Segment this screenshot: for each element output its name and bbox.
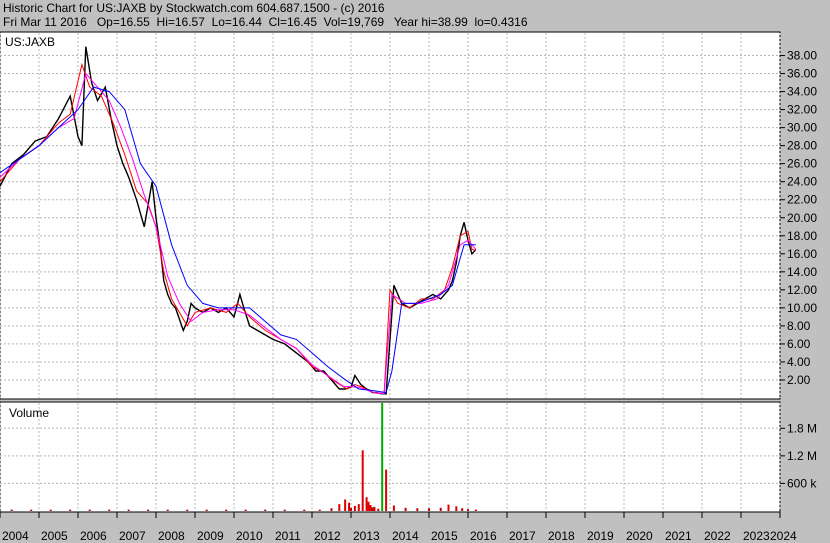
- year-tick-label: 2007: [119, 529, 146, 543]
- price-tick-label: 32.00: [787, 103, 817, 117]
- year-tick-label: 2022: [704, 529, 731, 543]
- year-tick-label: 2008: [158, 529, 185, 543]
- volume-bar: [264, 509, 267, 511]
- volume-bar: [30, 509, 33, 511]
- volume-bar: [361, 450, 364, 511]
- year-tick-label: 2021: [665, 529, 692, 543]
- year-tick-label: 2005: [41, 529, 68, 543]
- volume-bar: [244, 509, 247, 511]
- price-tick-label: 14.00: [787, 265, 817, 279]
- volume-bar: [10, 509, 13, 511]
- volume-bar: [365, 497, 368, 511]
- year-tick-label: 2018: [548, 529, 575, 543]
- price-tick-label: 6.00: [787, 337, 811, 351]
- price-tick-label: 34.00: [787, 85, 817, 99]
- price-tick-label: 30.00: [787, 121, 817, 135]
- year-tick-label: 2011: [275, 529, 301, 543]
- volume-bar: [69, 509, 72, 511]
- year-tick-label: 2010: [236, 529, 263, 543]
- volume-bar: [225, 509, 228, 511]
- year-tick-label: 2015: [431, 529, 458, 543]
- year-tick-label: 2017: [509, 529, 536, 543]
- price-tick-label: 20.00: [787, 211, 817, 225]
- price-tick-label: 18.00: [787, 229, 817, 243]
- volume-bar: [88, 509, 91, 511]
- volume-tick-label: 1.8 M: [787, 421, 817, 435]
- volume-bar: [318, 509, 321, 511]
- price-tick-label: 24.00: [787, 175, 817, 189]
- volume-bar: [474, 509, 477, 511]
- volume-bar: [385, 469, 388, 511]
- year-tick-label: 2016: [470, 529, 497, 543]
- volume-bar: [108, 509, 111, 511]
- volume-tick-label: 1.2 M: [787, 449, 817, 463]
- price-tick-label: 4.00: [787, 355, 811, 369]
- volume-bar: [416, 508, 419, 511]
- volume-bar: [404, 507, 407, 511]
- price-tick-label: 2.00: [787, 373, 811, 387]
- volume-bar: [330, 508, 333, 511]
- volume-bar: [392, 505, 395, 511]
- price-tick-label: 38.00: [787, 49, 817, 63]
- volume-bar: [461, 508, 464, 511]
- volume-bar: [381, 403, 384, 511]
- price-tick-label: 8.00: [787, 319, 811, 333]
- year-tick-label: 2006: [80, 529, 107, 543]
- volume-bar: [166, 509, 169, 511]
- volume-bar: [205, 509, 208, 511]
- year-tick-label: 2014: [392, 529, 419, 543]
- volume-bar: [147, 509, 150, 511]
- price-tick-label: 36.00: [787, 67, 817, 81]
- year-tick-label: 2012: [314, 529, 341, 543]
- volume-bar: [338, 504, 341, 511]
- volume-bar: [303, 509, 306, 511]
- volume-bar: [353, 505, 356, 511]
- volume-bar: [49, 509, 52, 511]
- volume-bar: [350, 507, 352, 511]
- volume-bar: [344, 499, 347, 511]
- volume-bar: [447, 504, 450, 511]
- volume-bar: [467, 509, 469, 511]
- year-tick-label: 2024: [770, 529, 797, 543]
- volume-bar: [377, 508, 380, 511]
- volume-bar: [373, 506, 376, 511]
- price-tick-label: 26.00: [787, 157, 817, 171]
- year-tick-label: 2023: [743, 529, 770, 543]
- year-tick-label: 2020: [626, 529, 653, 543]
- volume-bar: [283, 509, 286, 511]
- year-tick-label: 2013: [353, 529, 380, 543]
- symbol-label: US:JAXB: [5, 35, 55, 49]
- volume-bar: [428, 508, 430, 511]
- volume-bar: [369, 505, 372, 511]
- year-tick-label: 2009: [197, 529, 224, 543]
- volume-bar: [186, 509, 189, 511]
- volume-bar: [127, 509, 130, 511]
- volume-bar: [367, 501, 370, 511]
- stock-chart: 2.00 4.00 6.00 8.00 10.00 12.00 14.00 16.00 18.0…: [0, 31, 817, 543]
- price-tick-label: 28.00: [787, 139, 817, 153]
- price-tick-label: 10.00: [787, 301, 817, 315]
- volume-bar: [348, 502, 351, 511]
- volume-bar: [439, 507, 442, 511]
- price-tick-label: 16.00: [787, 247, 817, 261]
- volume-bar: [371, 507, 374, 511]
- volume-tick-label: 600 k: [787, 476, 817, 490]
- volume-bar: [357, 504, 360, 511]
- volume-label: Volume: [9, 406, 49, 420]
- price-tick-label: 22.00: [787, 193, 817, 207]
- year-tick-label: 2019: [587, 529, 614, 543]
- price-tick-label: 12.00: [787, 283, 817, 297]
- volume-bar: [455, 506, 458, 511]
- year-tick-label: 2004: [2, 529, 29, 543]
